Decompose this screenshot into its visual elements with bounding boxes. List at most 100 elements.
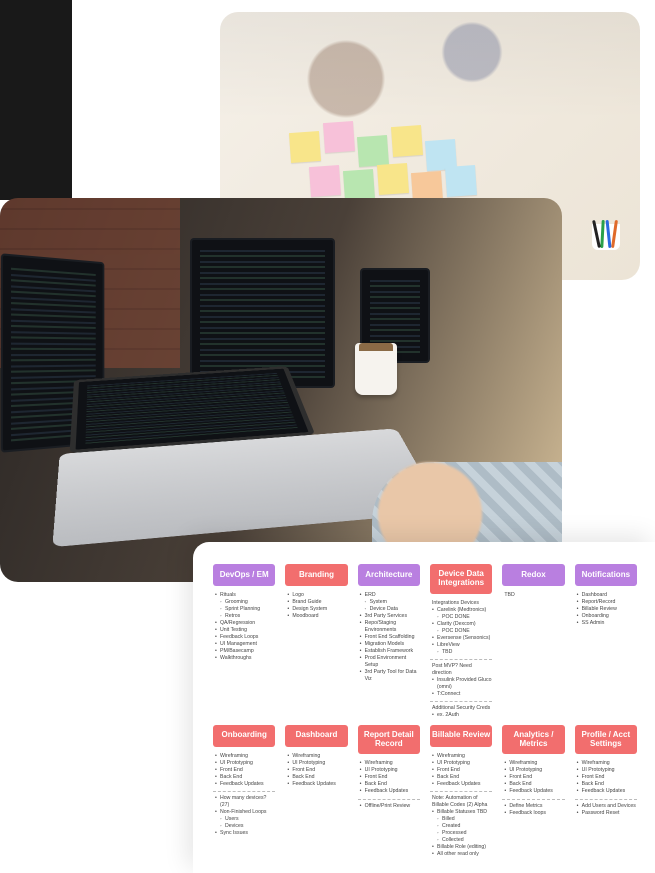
- coffee-cup-icon: [355, 343, 397, 395]
- board-column: Profile / Acct Settings WireframingUI Pro…: [575, 725, 637, 858]
- list-item: Wireframing: [360, 760, 420, 767]
- hero-photo-coding: [0, 198, 562, 582]
- list-item: PM/Basecamp: [215, 648, 275, 655]
- board-row-1: DevOps / EMRitualsGroomingSprint Plannin…: [213, 564, 637, 719]
- column-header: Notifications: [575, 564, 637, 586]
- column-header: Analytics / Metrics: [502, 725, 564, 755]
- list-item: TBD: [432, 649, 492, 656]
- board-row-2: OnboardingWireframingUI PrototypingFront…: [213, 725, 637, 858]
- board-column: Report Detail Record WireframingUI Protot…: [358, 725, 420, 858]
- item-list: Billable Statuses TBDBilledCreatedProces…: [430, 809, 492, 858]
- column-note: Post MVP? Need direction: [430, 663, 492, 677]
- list-item: Feedback loops: [504, 810, 564, 817]
- list-item: Back End: [577, 781, 637, 788]
- item-list: TBD: [502, 592, 564, 599]
- list-item: Establish Framework: [360, 648, 420, 655]
- list-item: ERD: [360, 592, 420, 599]
- divider: [502, 799, 564, 800]
- list-item: Front End: [287, 767, 347, 774]
- list-item: Eversense (Sensonics): [432, 635, 492, 642]
- list-item: Front End: [215, 767, 275, 774]
- list-item: LibreView: [432, 642, 492, 649]
- list-item: Billed: [432, 816, 492, 823]
- list-item: Password Reset: [577, 810, 637, 817]
- list-item: Report/Record: [577, 599, 637, 606]
- list-item: Feedback Updates: [577, 788, 637, 795]
- list-item: Feedback Updates: [360, 788, 420, 795]
- board-column: Analytics / Metrics WireframingUI Prototy…: [502, 725, 564, 858]
- column-header: Report Detail Record: [358, 725, 420, 755]
- list-item: Feedback Updates: [215, 781, 275, 788]
- list-item: Grooming: [215, 599, 275, 606]
- list-item: UI Prototyping: [360, 767, 420, 774]
- list-item: Design System: [287, 606, 347, 613]
- list-item: Repo/Staging Environments: [360, 620, 420, 634]
- list-item: All other read only: [432, 851, 492, 858]
- list-item: Non-Finished Loops: [215, 809, 275, 816]
- list-item: Back End: [432, 774, 492, 781]
- list-item: Devices: [215, 823, 275, 830]
- divider: [213, 791, 275, 792]
- list-item: Insulink Provided Gluco (omni): [432, 677, 492, 691]
- list-item: Front End: [577, 774, 637, 781]
- list-item: UI Management: [215, 641, 275, 648]
- list-item: 3rd Party Tool for Data Viz: [360, 669, 420, 683]
- column-note: Additional Security Creds: [430, 705, 492, 712]
- column-header: Branding: [285, 564, 347, 586]
- item-list: WireframingUI PrototypingFront EndBack E…: [430, 753, 492, 788]
- list-item: Back End: [215, 774, 275, 781]
- list-item: Sync Issues: [215, 830, 275, 837]
- list-item: Logo: [287, 592, 347, 599]
- column-header: Device Data Integrations: [430, 564, 492, 594]
- list-item: Offline/Print Review: [360, 803, 420, 810]
- list-item: Feedback Updates: [287, 781, 347, 788]
- list-item: ex. 2Auth: [432, 712, 492, 719]
- list-item: Clarity (Dexcom): [432, 621, 492, 628]
- item-list: WireframingUI PrototypingFront EndBack E…: [575, 760, 637, 795]
- list-item: Front End: [432, 767, 492, 774]
- board-column: RedoxTBD: [502, 564, 564, 719]
- list-item: Sprint Planning: [215, 606, 275, 613]
- list-item: Wireframing: [577, 760, 637, 767]
- item-list: WireframingUI PrototypingFront EndBack E…: [358, 760, 420, 795]
- column-header: Onboarding: [213, 725, 275, 747]
- list-item: Carelink (Medtronics): [432, 607, 492, 614]
- board-column: Billable ReviewWireframingUI Prototyping…: [430, 725, 492, 858]
- list-item: System: [360, 599, 420, 606]
- list-item: Retros: [215, 613, 275, 620]
- list-item: Dashboard: [577, 592, 637, 599]
- planning-board: DevOps / EMRitualsGroomingSprint Plannin…: [193, 542, 655, 873]
- list-item: Billable Review: [577, 606, 637, 613]
- monitor-center: [190, 238, 335, 388]
- item-list: Offline/Print Review: [358, 803, 420, 810]
- divider: [575, 799, 637, 800]
- item-list: LogoBrand GuideDesign SystemMoodboard: [285, 592, 347, 620]
- list-item: UI Prototyping: [504, 767, 564, 774]
- list-item: Wireframing: [215, 753, 275, 760]
- board-column: ArchitectureERDSystemDevice Data3rd Part…: [358, 564, 420, 719]
- list-item: UI Prototyping: [432, 760, 492, 767]
- list-item: Front End: [360, 774, 420, 781]
- list-item: Unit Testing: [215, 627, 275, 634]
- item-list: WireframingUI PrototypingFront EndBack E…: [502, 760, 564, 795]
- item-list: Define MetricsFeedback loops: [502, 803, 564, 817]
- item-list: Add Users and DevicesPassword Reset: [575, 803, 637, 817]
- column-header: Profile / Acct Settings: [575, 725, 637, 755]
- item-list: DashboardReport/RecordBillable ReviewOnb…: [575, 592, 637, 627]
- list-item: UI Prototyping: [215, 760, 275, 767]
- divider: [430, 791, 492, 792]
- list-item: Billable Statuses TBD: [432, 809, 492, 816]
- list-item: Collected: [432, 837, 492, 844]
- list-item: Device Data: [360, 606, 420, 613]
- list-item: Back End: [360, 781, 420, 788]
- list-item: QA/Regression: [215, 620, 275, 627]
- list-item: 3rd Party Services: [360, 613, 420, 620]
- board-column: Branding LogoBrand GuideDesign SystemMood…: [285, 564, 347, 719]
- list-item: How many devices? (27): [215, 795, 275, 809]
- list-item: Wireframing: [504, 760, 564, 767]
- list-item: Onboarding: [577, 613, 637, 620]
- column-header: DevOps / EM: [213, 564, 275, 586]
- item-list: WireframingUI PrototypingFront EndBack E…: [213, 753, 275, 788]
- list-item: Front End Scaffolding: [360, 634, 420, 641]
- list-item: Billable Role (editing): [432, 844, 492, 851]
